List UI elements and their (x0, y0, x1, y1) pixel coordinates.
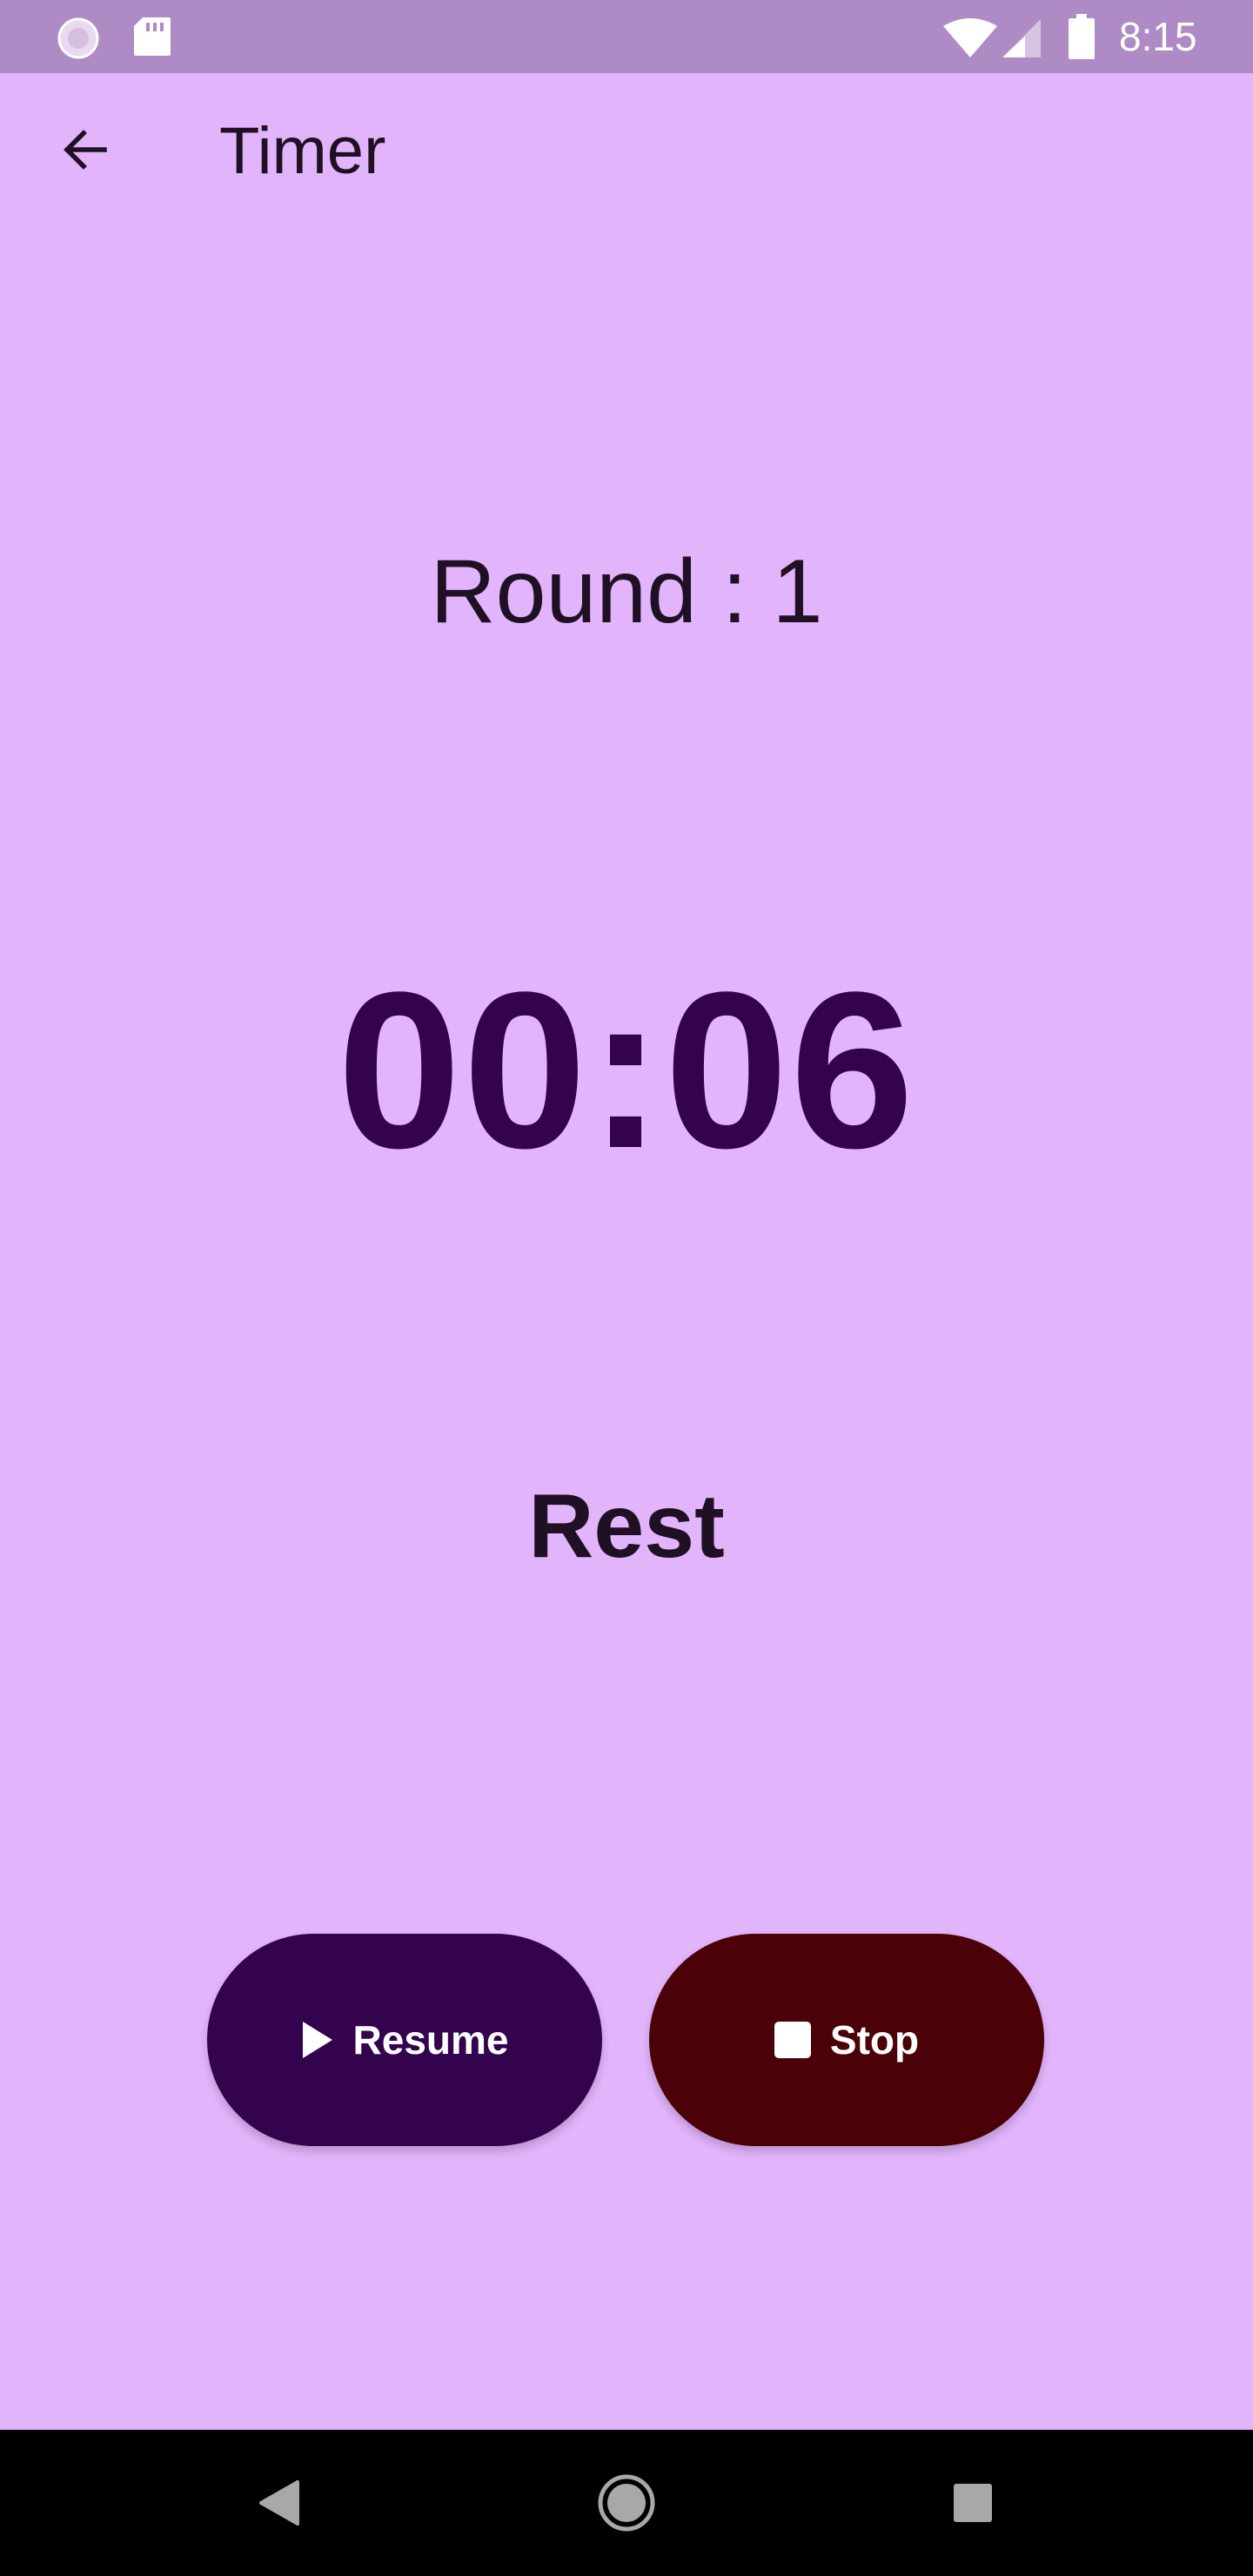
stop-label: Stop (829, 2017, 920, 2063)
resume-label: Resume (352, 2017, 509, 2063)
status-clock: 8:15 (1119, 14, 1197, 59)
nav-back-button[interactable] (244, 2466, 317, 2539)
play-icon (301, 2020, 334, 2060)
nav-recents-button[interactable] (936, 2466, 1009, 2539)
phase-label: Rest (528, 1476, 725, 1577)
page-title: Timer (219, 114, 386, 188)
round-label: Round : 1 (430, 541, 823, 642)
signal-icon (1001, 17, 1042, 59)
loader-icon (56, 16, 101, 61)
time-display: 00:06 (337, 946, 916, 1195)
stop-icon (774, 2022, 811, 2058)
nav-home-button[interactable] (590, 2466, 663, 2539)
navigation-bar (0, 2430, 1253, 2576)
stop-button[interactable]: Stop (649, 1934, 1044, 2146)
resume-button[interactable]: Resume (207, 1934, 602, 2146)
sd-card-icon (132, 16, 172, 57)
app-bar: Timer (0, 73, 1253, 240)
battery-icon (1069, 14, 1095, 59)
wifi-icon (941, 17, 999, 59)
arrow-back-icon (59, 124, 111, 180)
nav-recents-icon (936, 2466, 1009, 2539)
back-button[interactable] (40, 106, 131, 197)
nav-home-icon (590, 2466, 663, 2539)
nav-back-icon (244, 2466, 317, 2539)
status-bar: 8:15 (0, 0, 1253, 73)
